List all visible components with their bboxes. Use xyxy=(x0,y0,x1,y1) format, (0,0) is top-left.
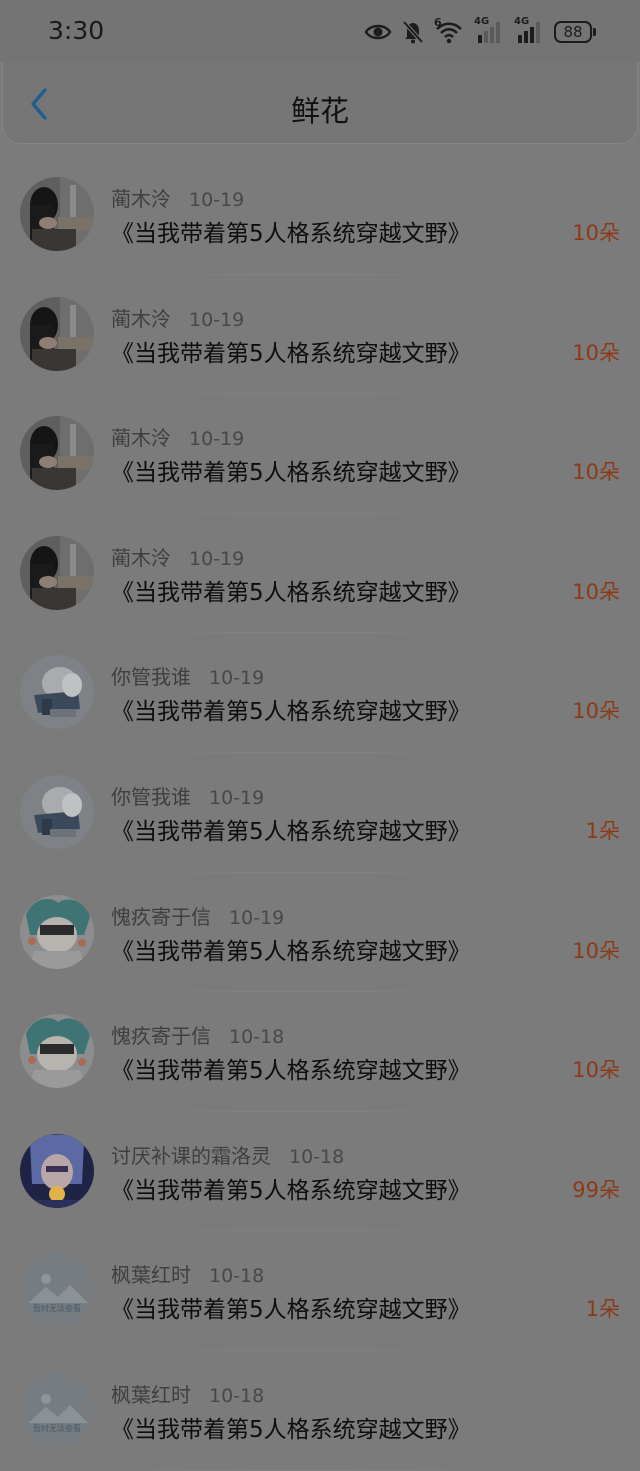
user-name[interactable]: 愧疚寄于信 xyxy=(111,905,211,929)
flower-amount: 1朵 xyxy=(585,1297,620,1322)
eye-icon xyxy=(364,24,392,40)
list-item[interactable]: 蔺木泠 10-19 《当我带着第5人格系统穿越文野》 10朵 xyxy=(0,394,640,514)
item-date: 10-18 xyxy=(209,1265,265,1288)
flower-amount: 10朵 xyxy=(572,699,620,724)
item-meta: 讨厌补课的霜洛灵 10-18 xyxy=(111,1140,344,1169)
book-title[interactable]: 《当我带着第5人格系统穿越文野》 xyxy=(111,1171,471,1205)
item-date: 10-19 xyxy=(229,906,285,929)
item-meta: 蔺木泠 10-19 xyxy=(111,303,244,332)
item-date: 10-18 xyxy=(229,1026,285,1049)
list-item[interactable]: 暂时无法查看 枫葉红时 10-18 《当我带着第5人格系统穿越文野》 xyxy=(0,1351,640,1471)
item-date: 10-19 xyxy=(189,189,245,211)
status-icons: 6 4G 4G 88 xyxy=(364,16,596,46)
user-name[interactable]: 枫葉红时 xyxy=(111,1263,191,1287)
user-name[interactable]: 你管我谁 xyxy=(111,785,191,809)
list-item[interactable]: 你管我谁 10-19 《当我带着第5人格系统穿越文野》 10朵 xyxy=(0,633,640,753)
cellular-signal-icon: 4G xyxy=(514,16,544,44)
status-bar: 3:30 6 4G 4G 88 xyxy=(0,0,640,62)
item-meta: 蔺木泠 10-19 xyxy=(111,422,244,451)
list-item[interactable]: 你管我谁 10-19 《当我带着第5人格系统穿越文野》 1朵 xyxy=(0,753,640,873)
status-time: 3:30 xyxy=(48,16,105,45)
item-meta: 蔺木泠 10-19 xyxy=(111,183,244,212)
avatar[interactable] xyxy=(20,1014,94,1089)
user-name[interactable]: 讨厌补课的霜洛灵 xyxy=(111,1144,271,1168)
list-item[interactable]: 愧疚寄于信 10-19 《当我带着第5人格系统穿越文野》 10朵 xyxy=(0,873,640,993)
avatar-placeholder-text: 暂时无法查看 xyxy=(33,1304,81,1314)
book-title[interactable]: 《当我带着第5人格系统穿越文野》 xyxy=(111,812,471,846)
page-title: 鲜花 xyxy=(290,94,349,128)
list-item[interactable]: 暂时无法查看 枫葉红时 10-18 《当我带着第5人格系统穿越文野》 1朵 xyxy=(0,1231,640,1351)
book-title[interactable]: 《当我带着第5人格系统穿越文野》 xyxy=(111,1290,471,1324)
avatar[interactable]: 暂时无法查看 xyxy=(20,1372,94,1447)
item-meta: 愧疚寄于信 10-18 xyxy=(111,1020,284,1049)
list-item[interactable]: 蔺木泠 10-19 《当我带着第5人格系统穿越文野》 10朵 xyxy=(0,275,640,395)
avatar[interactable] xyxy=(20,894,94,969)
user-name[interactable]: 蔺木泠 xyxy=(111,307,171,331)
item-date: 10-19 xyxy=(209,786,265,809)
avatar[interactable] xyxy=(20,1133,94,1208)
flower-amount: 10朵 xyxy=(572,938,620,963)
user-name[interactable]: 枫葉红时 xyxy=(111,1383,191,1407)
avatar[interactable] xyxy=(20,774,94,849)
item-meta: 你管我谁 10-19 xyxy=(111,781,264,810)
item-date: 10-19 xyxy=(209,667,265,690)
list-item[interactable]: 愧疚寄于信 10-18 《当我带着第5人格系统穿越文野》 10朵 xyxy=(0,992,640,1112)
item-meta: 蔺木泠 10-19 xyxy=(111,542,244,571)
book-title[interactable]: 《当我带着第5人格系统穿越文野》 xyxy=(111,932,471,966)
user-name[interactable]: 蔺木泠 xyxy=(111,426,171,450)
battery-icon: 88 xyxy=(554,21,596,43)
avatar-placeholder-text: 暂时无法查看 xyxy=(33,1423,81,1433)
cellular-signal-icon: 4G xyxy=(474,16,504,44)
bell-off-icon xyxy=(402,20,424,44)
book-title[interactable]: 《当我带着第5人格系统穿越文野》 xyxy=(111,573,471,607)
flower-amount: 10朵 xyxy=(572,460,620,485)
book-title[interactable]: 《当我带着第5人格系统穿越文野》 xyxy=(111,692,471,726)
item-meta: 枫葉红时 10-18 xyxy=(111,1379,264,1408)
item-meta: 枫葉红时 10-18 xyxy=(111,1259,264,1288)
user-name[interactable]: 愧疚寄于信 xyxy=(111,1024,211,1048)
flower-amount: 10朵 xyxy=(572,221,620,245)
avatar[interactable] xyxy=(20,655,94,730)
user-name[interactable]: 你管我谁 xyxy=(111,665,191,689)
item-date: 10-19 xyxy=(189,428,245,451)
list-item[interactable]: 讨厌补课的霜洛灵 10-18 《当我带着第5人格系统穿越文野》 99朵 xyxy=(0,1112,640,1232)
user-name[interactable]: 蔺木泠 xyxy=(111,546,171,570)
item-date: 10-19 xyxy=(189,308,245,331)
item-meta: 愧疚寄于信 10-19 xyxy=(111,901,284,930)
avatar[interactable] xyxy=(20,535,94,610)
avatar[interactable] xyxy=(20,416,94,491)
avatar[interactable]: 暂时无法查看 xyxy=(20,1253,94,1328)
flower-amount: 10朵 xyxy=(572,340,620,365)
item-date: 10-18 xyxy=(209,1384,265,1407)
list-item[interactable]: 蔺木泠 10-19 《当我带着第5人格系统穿越文野》 10朵 xyxy=(0,514,640,634)
list-item[interactable]: 蔺木泠 10-19 《当我带着第5人格系统穿越文野》 10朵 xyxy=(0,155,640,275)
header: 鲜花 xyxy=(2,62,638,144)
item-meta: 你管我谁 10-19 xyxy=(111,661,264,690)
book-title[interactable]: 《当我带着第5人格系统穿越文野》 xyxy=(111,453,471,487)
book-title[interactable]: 《当我带着第5人格系统穿越文野》 xyxy=(111,1051,471,1085)
avatar[interactable] xyxy=(20,177,94,251)
flower-amount: 99朵 xyxy=(572,1177,620,1202)
book-title[interactable]: 《当我带着第5人格系统穿越文野》 xyxy=(111,1410,471,1444)
flower-list: 蔺木泠 10-19 《当我带着第5人格系统穿越文野》 10朵 蔺木泠 10-19 《当我带… xyxy=(0,155,640,1471)
flower-amount: 1朵 xyxy=(585,818,620,843)
item-date: 10-18 xyxy=(289,1145,345,1168)
item-date: 10-19 xyxy=(189,547,245,570)
flower-amount: 10朵 xyxy=(572,579,620,604)
book-title[interactable]: 《当我带着第5人格系统穿越文野》 xyxy=(111,214,471,248)
wifi-icon: 6 xyxy=(434,16,464,44)
avatar[interactable] xyxy=(20,296,94,371)
user-name[interactable]: 蔺木泠 xyxy=(111,187,171,211)
flower-amount: 10朵 xyxy=(572,1058,620,1083)
book-title[interactable]: 《当我带着第5人格系统穿越文野》 xyxy=(111,334,471,368)
